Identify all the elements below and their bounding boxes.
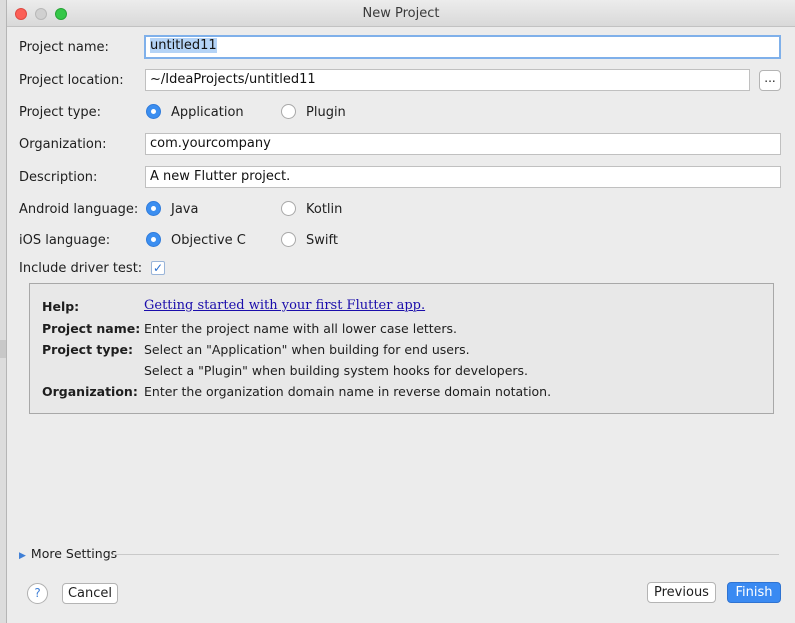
android-language-kotlin-radio[interactable] bbox=[281, 201, 296, 216]
browse-location-button[interactable]: ... bbox=[759, 70, 781, 91]
previous-button[interactable]: Previous bbox=[647, 582, 716, 603]
project-type-application-label: Application bbox=[171, 105, 244, 120]
project-type-application-radio[interactable] bbox=[146, 104, 161, 119]
ios-language-objective-c-label: Objective C bbox=[171, 233, 246, 248]
project-location-label: Project location: bbox=[19, 73, 124, 88]
driver-test-checkbox[interactable]: ✓ bbox=[151, 261, 165, 275]
more-settings-label: More Settings bbox=[30, 546, 118, 561]
organization-label: Organization: bbox=[19, 137, 107, 152]
android-language-label: Android language: bbox=[19, 202, 139, 217]
project-location-field[interactable]: ~/IdeaProjects/untitled11 bbox=[145, 69, 750, 91]
project-name-value: untitled11 bbox=[150, 38, 217, 53]
help-project-type-text-1: Select an "Application" when building fo… bbox=[144, 342, 470, 357]
help-organization-key: Organization: bbox=[42, 384, 138, 399]
cancel-button[interactable]: Cancel bbox=[62, 583, 118, 604]
more-settings-divider bbox=[113, 554, 779, 555]
project-name-label: Project name: bbox=[19, 40, 109, 55]
finish-button[interactable]: Finish bbox=[727, 582, 781, 603]
ios-language-swift-radio[interactable] bbox=[281, 232, 296, 247]
window-title: New Project bbox=[362, 6, 440, 21]
android-language-kotlin-label: Kotlin bbox=[306, 202, 343, 217]
getting-started-link[interactable]: Getting started with your first Flutter … bbox=[144, 298, 425, 313]
help-panel: Help: Getting started with your first Fl… bbox=[29, 283, 774, 414]
help-button[interactable]: ? bbox=[27, 583, 48, 604]
help-project-type-text-2: Select a "Plugin" when building system h… bbox=[144, 363, 529, 378]
new-project-dialog: New Project Project name: untitled11 Pro… bbox=[6, 0, 795, 623]
android-language-java-radio[interactable] bbox=[146, 201, 161, 216]
more-settings-toggle[interactable]: ▶ More Settings bbox=[19, 546, 117, 561]
disclosure-triangle-icon: ▶ bbox=[19, 551, 26, 561]
project-type-plugin-radio[interactable] bbox=[281, 104, 296, 119]
organization-field[interactable]: com.yourcompany bbox=[145, 133, 781, 155]
help-key: Help: bbox=[42, 299, 80, 314]
help-project-type-key: Project type: bbox=[42, 342, 133, 357]
project-type-label: Project type: bbox=[19, 105, 102, 120]
ios-language-swift-label: Swift bbox=[306, 233, 338, 248]
ios-language-label: iOS language: bbox=[19, 233, 111, 248]
title-bar: New Project bbox=[7, 0, 795, 27]
project-type-plugin-label: Plugin bbox=[306, 105, 346, 120]
driver-test-label: Include driver test: bbox=[19, 261, 143, 276]
help-project-name-text: Enter the project name with all lower ca… bbox=[144, 321, 458, 336]
help-project-name-key: Project name: bbox=[42, 321, 141, 336]
ios-language-objective-c-radio[interactable] bbox=[146, 232, 161, 247]
help-organization-text: Enter the organization domain name in re… bbox=[144, 384, 552, 399]
android-language-java-label: Java bbox=[171, 202, 199, 217]
description-label: Description: bbox=[19, 170, 98, 185]
project-name-field[interactable]: untitled11 bbox=[144, 35, 781, 59]
description-field[interactable]: A new Flutter project. bbox=[145, 166, 781, 188]
